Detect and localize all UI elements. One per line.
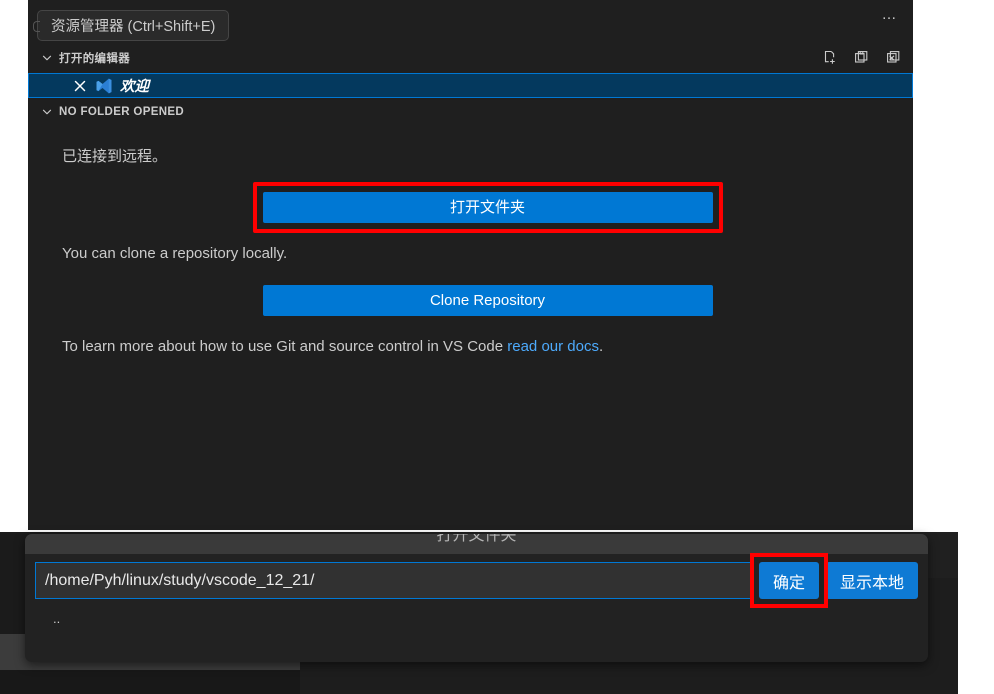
tooltip-arrow-icon xyxy=(33,21,40,32)
close-icon[interactable] xyxy=(71,77,88,94)
section-header-open-editors[interactable]: 打开的编辑器 xyxy=(28,46,913,70)
section-label-no-folder-opened: NO FOLDER OPENED xyxy=(59,106,185,118)
clone-repository-button[interactable]: Clone Repository xyxy=(262,285,713,316)
connected-remote-text: 已连接到远程。 xyxy=(62,148,168,165)
new-untitled-file-icon[interactable] xyxy=(821,49,839,67)
read-our-docs-link[interactable]: read our docs xyxy=(507,338,599,355)
ok-button[interactable]: 确定 xyxy=(758,562,819,599)
open-folder-button-wrapper: 打开文件夹 xyxy=(252,182,723,233)
dialog-input-row: 确定 显示本地 xyxy=(25,553,928,608)
show-local-button[interactable]: 显示本地 xyxy=(825,562,918,599)
clone-description-text: You can clone a repository locally. xyxy=(62,245,288,262)
open-editors-actions xyxy=(821,46,903,70)
ok-button-wrapper: 确定 xyxy=(749,553,828,608)
explorer-tooltip: 资源管理器 (Ctrl+Shift+E) xyxy=(33,10,230,41)
section-header-no-folder-opened[interactable]: NO FOLDER OPENED xyxy=(28,100,913,124)
open-editor-item-welcome[interactable]: 欢迎 xyxy=(28,73,913,98)
folder-path-input[interactable] xyxy=(35,562,752,599)
section-label-open-editors: 打开的编辑器 xyxy=(59,53,131,65)
close-all-editors-icon[interactable] xyxy=(885,49,903,67)
dialog-titlebar: 打开文件夹 xyxy=(25,534,928,554)
no-folder-body: 已连接到远程。 打开文件夹 You can clone a repository… xyxy=(28,146,913,358)
folder-list: .. xyxy=(25,605,928,631)
docs-text-after: . xyxy=(598,338,604,355)
list-item[interactable]: .. xyxy=(35,605,918,631)
chevron-down-icon xyxy=(39,50,55,66)
explorer-tooltip-label: 资源管理器 (Ctrl+Shift+E) xyxy=(51,19,216,35)
explorer-overflow-menu-icon[interactable]: … xyxy=(882,7,900,22)
save-all-icon[interactable] xyxy=(853,49,871,67)
open-folder-button[interactable]: 打开文件夹 xyxy=(262,192,713,223)
dialog-title: 打开文件夹 xyxy=(436,534,517,544)
vscode-logo-icon xyxy=(95,77,113,95)
docs-description-text: To learn more about how to use Git and s… xyxy=(62,336,913,358)
open-editor-label: 欢迎 xyxy=(120,79,149,95)
docs-text-before: To learn more about how to use Git and s… xyxy=(62,338,508,355)
open-folder-dialog: 打开文件夹 确定 显示本地 .. xyxy=(25,534,928,662)
screen: … 资源管理器 (Ctrl+Shift+E) 打开的编辑器 欢迎 NO FOLD… xyxy=(0,0,994,694)
chevron-down-icon xyxy=(39,104,55,120)
background-strip-left-dark xyxy=(0,670,300,694)
explorer-panel: … 资源管理器 (Ctrl+Shift+E) 打开的编辑器 欢迎 NO FOLD… xyxy=(28,0,913,530)
